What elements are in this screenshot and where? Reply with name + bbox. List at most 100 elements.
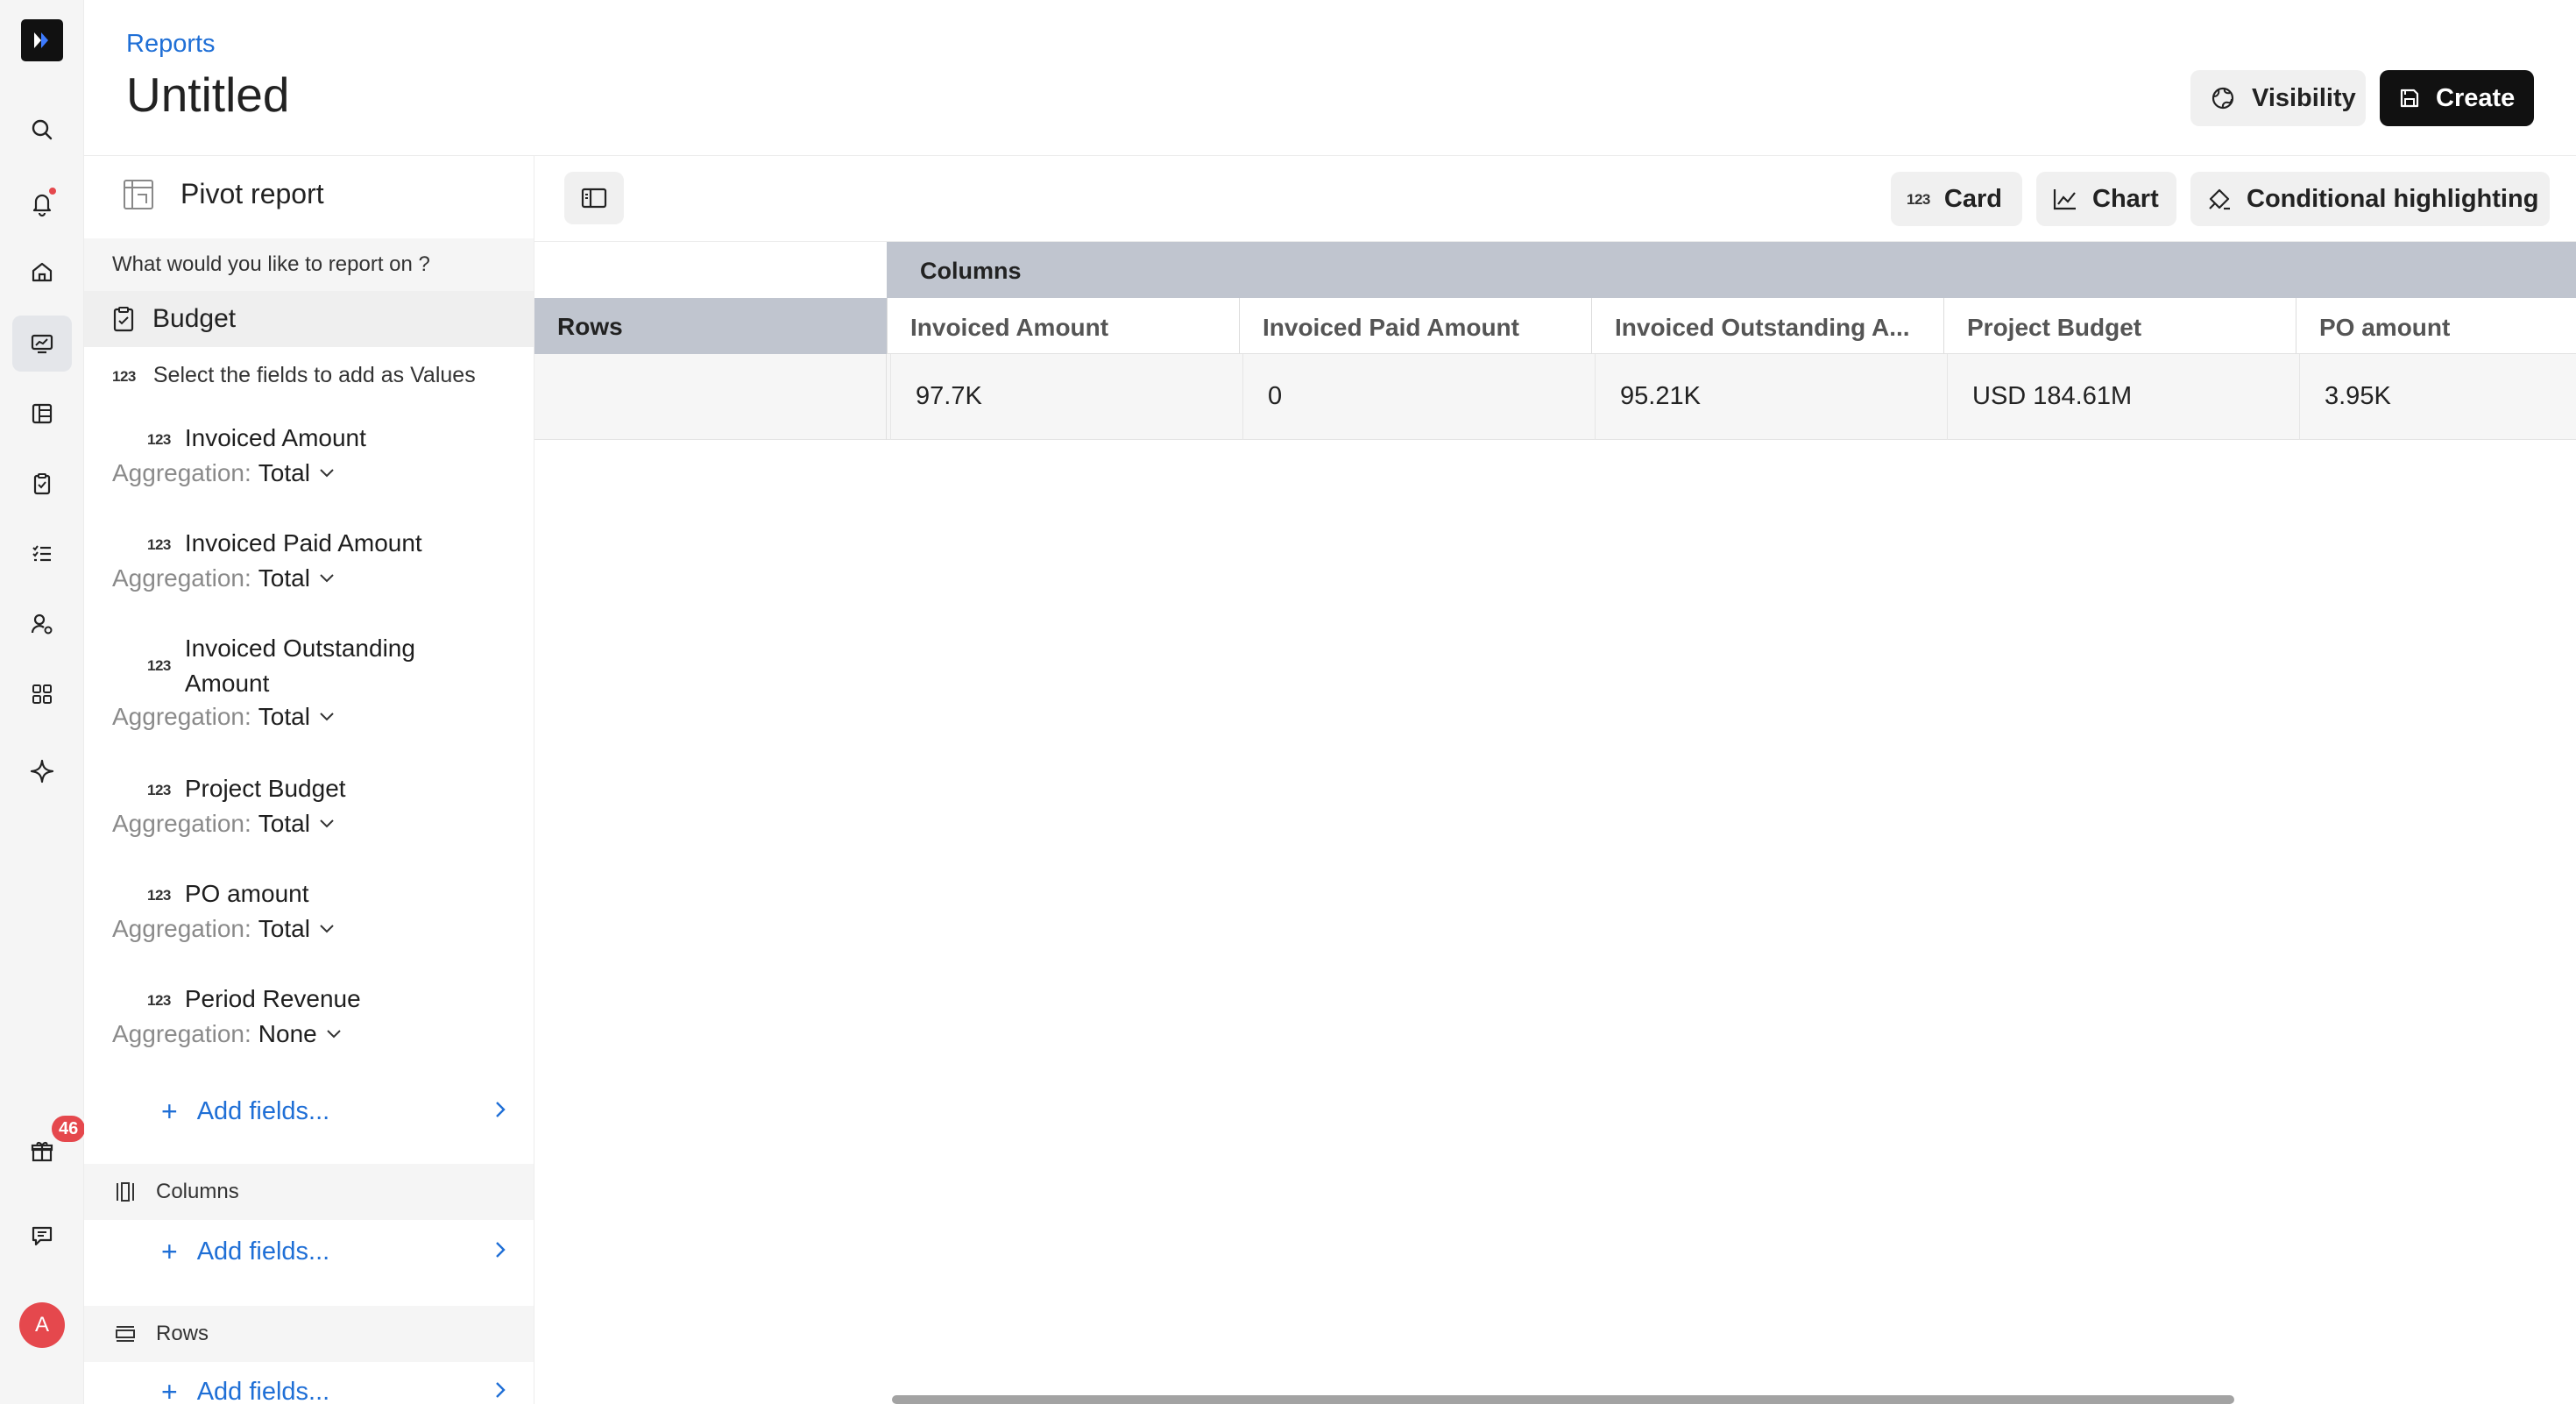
toggle-panel-button[interactable] — [564, 172, 624, 224]
value-field: 123 PO amount Aggregation: Total — [112, 876, 515, 943]
apps-nav-button[interactable] — [12, 666, 72, 722]
nav-rail: 46 A — [0, 0, 88, 1404]
field-name: Period Revenue — [184, 985, 361, 1012]
field-name: Invoiced Paid Amount — [184, 529, 422, 557]
notification-dot — [47, 186, 58, 196]
values-header-label: Select the fields to add as Values — [152, 363, 476, 387]
sparkle-icon — [30, 759, 54, 784]
table-cell[interactable]: 3.95K — [2299, 354, 2576, 440]
rows-icon — [116, 1326, 135, 1342]
report-toolbar: 123 Card Chart Conditional highlighting — [534, 156, 2576, 242]
table-nav-button[interactable] — [12, 386, 72, 442]
rows-section-label: Rows — [156, 1322, 209, 1345]
plus-icon: + — [161, 1375, 178, 1404]
columns-icon — [117, 1182, 134, 1202]
chevron-right-icon — [496, 1382, 506, 1398]
add-fields-label: Add fields... — [196, 1096, 330, 1125]
aggregation-prefix: Aggregation: — [112, 703, 251, 730]
number-field-icon: 123 — [147, 657, 171, 674]
aggregation-prefix: Aggregation: — [112, 564, 251, 592]
chevron-right-icon — [496, 1242, 506, 1258]
chevron-down-icon — [320, 819, 334, 828]
add-row-fields-button[interactable]: + Add fields... — [161, 1374, 520, 1404]
column-header[interactable]: Invoiced Paid Amount — [1239, 298, 1591, 354]
chevron-down-icon — [320, 574, 334, 583]
chevron-right-icon — [496, 1102, 506, 1117]
save-icon — [2400, 89, 2419, 108]
table-cell[interactable]: 95.21K — [1595, 354, 1945, 440]
reports-icon — [31, 334, 53, 354]
field-name: PO amount — [184, 880, 309, 907]
number-field-icon: 123 — [147, 887, 171, 904]
row-label-cell — [534, 354, 887, 440]
aggregation-dropdown[interactable]: Aggregation: Total — [112, 703, 515, 731]
aggregation-value: Total — [258, 703, 310, 730]
tasks-nav-button[interactable] — [12, 456, 72, 512]
add-column-fields-button[interactable]: + Add fields... — [161, 1234, 520, 1269]
field-name: Project Budget — [184, 775, 346, 802]
gift-icon — [31, 1142, 53, 1162]
table-cell[interactable]: USD 184.61M — [1947, 354, 2297, 440]
aggregation-value: Total — [258, 459, 310, 486]
add-fields-label: Add fields... — [196, 1237, 330, 1266]
gifts-nav-button[interactable]: 46 — [12, 1113, 88, 1180]
conditional-highlighting-label: Conditional highlighting — [2247, 184, 2539, 213]
sidebar-toggle-icon — [581, 188, 607, 209]
columns-band-header[interactable]: Columns — [887, 242, 2576, 298]
chart-button[interactable]: Chart — [2036, 172, 2176, 226]
visibility-label: Visibility — [2252, 83, 2356, 112]
number-field-icon: 123 — [112, 367, 136, 385]
checklist-nav-button[interactable] — [12, 526, 72, 582]
notifications-nav-button[interactable] — [12, 175, 72, 231]
chevron-down-icon — [320, 713, 334, 721]
search-icon — [32, 119, 53, 140]
home-nav-button[interactable] — [12, 244, 72, 300]
panel-header: Pivot report — [123, 177, 324, 210]
pivot-report-icon — [124, 180, 153, 209]
aggregation-prefix: Aggregation: — [112, 915, 251, 942]
chat-nav-button[interactable] — [12, 1208, 72, 1264]
aggregation-value: None — [258, 1020, 317, 1047]
reports-nav-button[interactable] — [12, 316, 72, 372]
home-icon — [32, 262, 53, 282]
horizontal-scrollbar[interactable] — [892, 1395, 2234, 1404]
plus-icon: + — [161, 1235, 178, 1267]
report-config-panel: Pivot report What would you like to repo… — [84, 156, 534, 1404]
card-button[interactable]: 123 Card — [1891, 172, 2022, 226]
aggregation-value: Total — [258, 915, 310, 942]
line-chart-icon — [2053, 189, 2076, 210]
number-field-icon: 123 — [147, 536, 171, 553]
gift-count-badge: 46 — [49, 1113, 88, 1145]
app-logo[interactable] — [21, 19, 63, 61]
aggregation-value: Total — [258, 564, 310, 592]
aggregation-dropdown[interactable]: Aggregation: Total — [112, 915, 515, 943]
chevron-down-icon — [327, 1030, 341, 1039]
column-header[interactable]: PO amount — [2296, 298, 2576, 354]
visibility-button[interactable]: Visibility — [2190, 70, 2366, 126]
value-field: 123 Invoiced Amount Aggregation: Total — [112, 421, 515, 487]
column-header[interactable]: Project Budget — [1943, 298, 2296, 354]
aggregation-dropdown[interactable]: Aggregation: Total — [112, 459, 515, 487]
aggregation-prefix: Aggregation: — [112, 459, 251, 486]
breadcrumb-reports[interactable]: Reports — [126, 30, 216, 59]
conditional-highlighting-button[interactable]: Conditional highlighting — [2190, 172, 2550, 226]
add-value-fields-button[interactable]: + Add fields... — [161, 1094, 520, 1129]
aggregation-dropdown[interactable]: Aggregation: Total — [112, 810, 515, 838]
page-title[interactable]: Untitled — [126, 67, 289, 123]
table-cell[interactable]: 97.7K — [890, 354, 1241, 440]
ai-nav-button[interactable] — [12, 743, 72, 799]
chat-icon — [32, 1226, 53, 1246]
people-nav-button[interactable] — [12, 596, 72, 652]
table-cell[interactable]: 0 — [1242, 354, 1593, 440]
number-field-icon: 123 — [147, 431, 171, 448]
aggregation-dropdown[interactable]: Aggregation: None — [112, 1020, 515, 1048]
search-nav-button[interactable] — [12, 102, 72, 158]
column-header[interactable]: Invoiced Outstanding A... — [1591, 298, 1943, 354]
user-avatar[interactable]: A — [19, 1302, 65, 1348]
column-header[interactable]: Invoiced Amount — [887, 298, 1239, 354]
rows-header-cell[interactable]: Rows — [534, 298, 887, 354]
value-field: 123 Invoiced Outstanding Amount Aggregati… — [112, 631, 515, 731]
create-button[interactable]: Create — [2380, 70, 2534, 126]
aggregation-dropdown[interactable]: Aggregation: Total — [112, 564, 515, 592]
dataset-selector[interactable]: Budget — [84, 291, 534, 347]
